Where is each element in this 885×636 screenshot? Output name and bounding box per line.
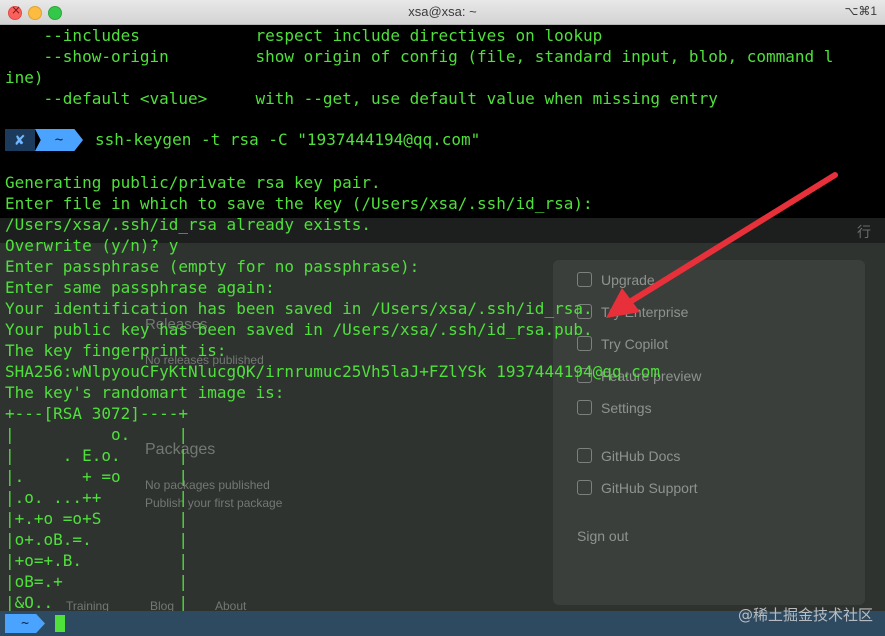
window-title: xsa@xsa: ~ xyxy=(408,4,477,19)
terminal-pane[interactable]: 行 Releases No releases published Package… xyxy=(0,25,885,611)
red-arrow-annotation xyxy=(606,172,838,318)
arrow-head xyxy=(606,288,640,318)
window-shortcut: ⌥⌘1 xyxy=(844,4,877,18)
status-directory: ~ xyxy=(5,614,45,633)
arrow-shaft xyxy=(625,172,838,306)
window-titlebar[interactable]: xsa@xsa: ~ ⌥⌘1 xyxy=(0,0,885,25)
watermark: @稀土掘金技术社区 xyxy=(737,606,873,624)
input-cursor[interactable] xyxy=(55,615,65,632)
